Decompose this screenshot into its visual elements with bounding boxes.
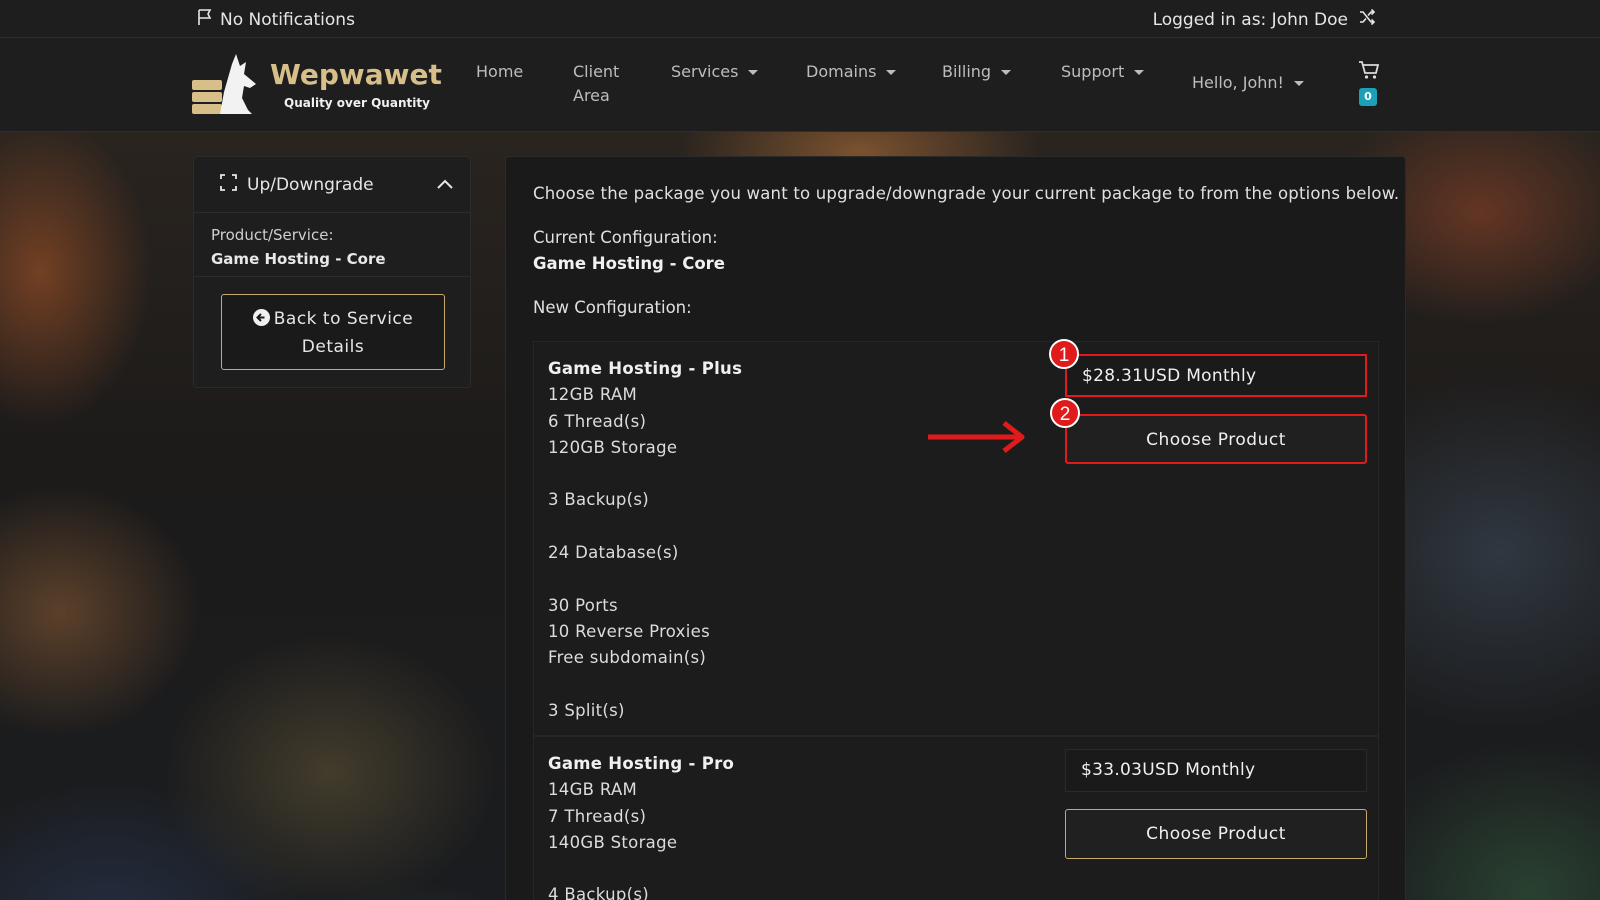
top-bar: No Notifications Logged in as: John Doe [0,0,1600,38]
shuffle-icon[interactable] [1358,8,1376,31]
nav-client-area-label-1: Client [573,62,620,81]
back-button-label-1: Back to Service [273,309,414,329]
annotation-marker-1: 1 [1049,339,1079,369]
price-select[interactable]: $33.03USD Monthly [1065,749,1367,792]
nav-services[interactable]: Services [671,60,759,84]
nav-home-label: Home [476,62,524,81]
back-to-service-details-button[interactable]: Back to Service Details [221,294,445,370]
package-name: Game Hosting - Plus [548,359,743,378]
notifications-link[interactable]: No Notifications [196,8,355,31]
current-config-label: Current Configuration: [533,228,718,247]
cart-icon[interactable] [1358,60,1380,84]
upgrade-panel: Choose the package you want to upgrade/d… [505,156,1406,900]
jackal-logo-icon [192,54,256,114]
nav-domains[interactable]: Domains [806,60,897,84]
new-config-label: New Configuration: [533,298,692,317]
price-select[interactable]: $28.31USD Monthly [1065,354,1367,397]
package-features: Game Hosting - Plus 12GB RAM 6 Thread(s)… [548,356,742,724]
sidebar-product-info: Product/Service: Game Hosting - Core [194,213,470,277]
nav-home[interactable]: Home [476,60,523,84]
main-navbar: Wepwawet Quality over Quantity Home Clie… [0,38,1600,132]
caret-down-icon [886,69,897,75]
nav-user-menu[interactable]: Hello, John! [1192,71,1304,95]
nav-domains-label: Domains [806,62,877,81]
sidebar-header[interactable]: Up/Downgrade [194,157,470,213]
feature-ports: 30 Ports [548,595,618,615]
back-button-label-2: Details [301,337,365,357]
package-name: Game Hosting - Pro [548,754,735,773]
feature-databases: 24 Database(s) [548,543,679,563]
feature-splits: 3 Split(s) [548,700,625,720]
flag-icon [196,8,214,31]
logged-in-status: Logged in as: John Doe [1153,8,1376,31]
caret-down-icon [1134,69,1145,75]
annotation-marker-2: 2 [1050,398,1080,428]
package-card: Game Hosting - Plus 12GB RAM 6 Thread(s)… [533,341,1379,736]
nav-billing-label: Billing [942,62,992,81]
brand-tagline: Quality over Quantity [284,96,430,110]
choose-product-button[interactable]: Choose Product [1065,414,1367,464]
sidebar-title: Up/Downgrade [247,174,374,195]
nav-support-label: Support [1061,62,1125,81]
nav-client-area[interactable]: Client Area [573,60,619,108]
nav-support[interactable]: Support [1061,60,1145,84]
cart-count-badge: 0 [1359,88,1377,106]
feature-ram: 14GB RAM [548,780,638,800]
feature-ram: 12GB RAM [548,385,638,405]
caret-down-icon [1293,80,1304,86]
choose-product-button[interactable]: Choose Product [1065,809,1367,859]
caret-down-icon [748,69,759,75]
feature-storage: 120GB Storage [548,437,678,457]
feature-threads: 7 Thread(s) [548,806,647,826]
expand-icon [220,173,237,196]
product-service-value: Game Hosting - Core [211,250,386,268]
brand-logo[interactable]: Wepwawet Quality over Quantity [190,52,442,120]
nav-client-area-label-2: Area [573,86,610,105]
feature-backups: 4 Backup(s) [548,885,649,900]
notifications-label: No Notifications [220,9,355,30]
annotation-arrow-icon [928,420,1028,458]
logged-in-label: Logged in as: John Doe [1152,9,1348,30]
arrow-circle-left-icon [252,308,270,334]
package-card: Game Hosting - Pro 14GB RAM 7 Thread(s) … [533,736,1379,900]
feature-storage: 140GB Storage [548,832,678,852]
package-features: Game Hosting - Pro 14GB RAM 7 Thread(s) … [548,751,734,900]
product-service-label: Product/Service: [211,226,334,244]
current-config-value: Game Hosting - Core [533,254,725,273]
feature-backups: 3 Backup(s) [548,490,649,510]
feature-threads: 6 Thread(s) [548,411,647,431]
sidebar-panel: Up/Downgrade Product/Service: Game Hosti… [193,156,471,388]
caret-down-icon [1001,69,1012,75]
feature-proxies: 10 Reverse Proxies [548,621,710,641]
nav-user-menu-label: Hello, John! [1192,73,1284,92]
nav-services-label: Services [671,62,739,81]
intro-text: Choose the package you want to upgrade/d… [533,184,1400,203]
brand-name: Wepwawet [270,58,442,91]
feature-subdomains: Free subdomain(s) [548,648,707,668]
nav-billing[interactable]: Billing [942,60,1012,84]
chevron-up-icon[interactable] [436,175,454,195]
